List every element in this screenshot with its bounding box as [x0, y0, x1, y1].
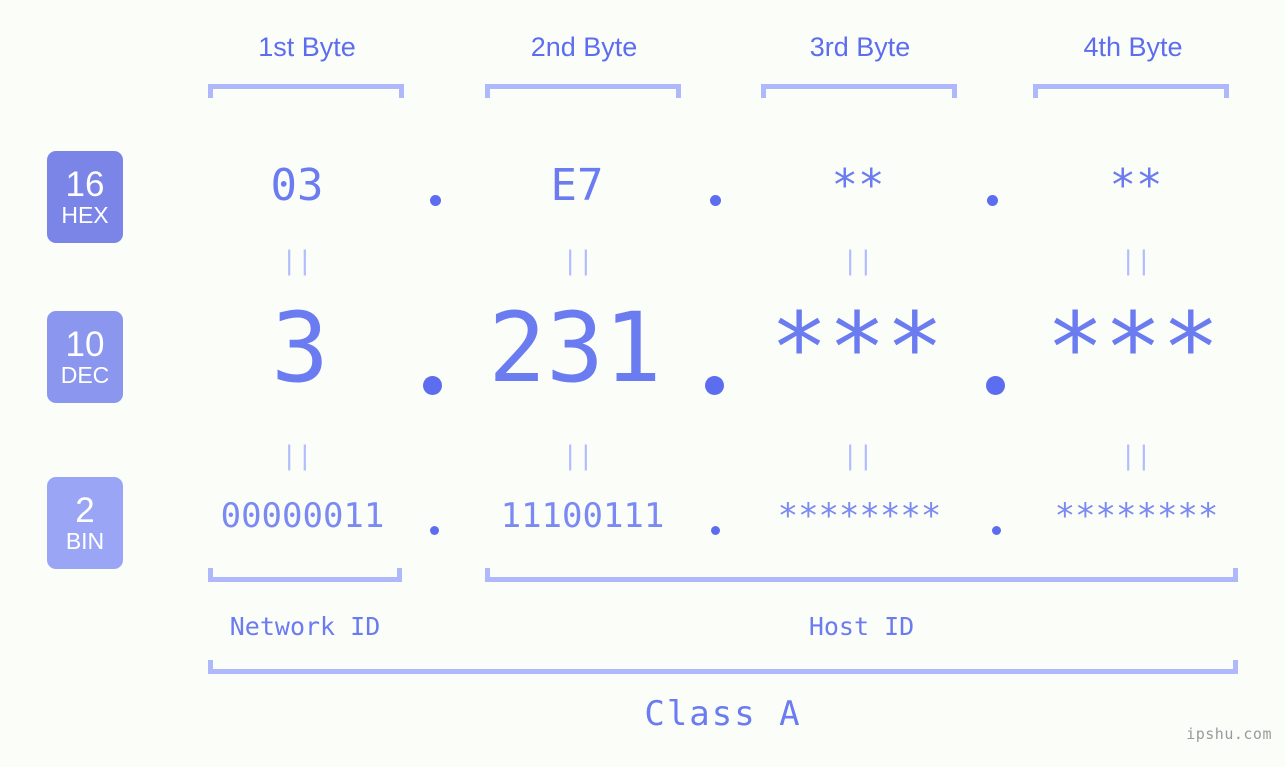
hex-separator-dot-3 [987, 195, 998, 206]
dec-byte-2-value: 231 [488, 292, 662, 404]
radix-badge-hex-number: 16 [65, 165, 105, 204]
equals-mark-hex-dec-3: || [842, 246, 874, 276]
bin-byte-3-value: ******** [777, 496, 942, 536]
radix-badge-hex-abbr: HEX [61, 202, 109, 228]
radix-badge-dec-number: 10 [65, 325, 105, 364]
byte-bracket-3 [761, 84, 957, 98]
radix-badge-bin-number: 2 [75, 491, 95, 530]
radix-badge-hex: 16 HEX [47, 151, 123, 243]
byte-bracket-1 [208, 84, 404, 98]
hex-byte-2-value: E7 [550, 160, 604, 211]
dec-separator-dot-1 [423, 376, 442, 395]
dec-separator-dot-2 [705, 376, 724, 395]
dec-separator-dot-3 [986, 376, 1005, 395]
byte-header-3-label: 3rd Byte [809, 32, 911, 62]
hex-byte-3-value: ** [831, 160, 885, 211]
hex-byte-1-value: 03 [270, 160, 324, 211]
equals-mark-hex-dec-2: || [562, 246, 594, 276]
byte-header-3: 3rd Byte [760, 32, 960, 63]
byte-header-2-label: 2nd Byte [530, 32, 638, 62]
bin-separator-dot-2 [711, 526, 720, 535]
equals-mark-hex-dec-4: || [1120, 246, 1152, 276]
equals-mark-dec-bin-1: || [281, 441, 313, 471]
ip-address-byte-breakdown-diagram: 1st Byte 2nd Byte 3rd Byte 4th Byte 16 H… [0, 0, 1285, 767]
radix-badge-bin: 2 BIN [47, 477, 123, 569]
byte-header-2: 2nd Byte [484, 32, 684, 63]
class-label: Class A [644, 694, 802, 734]
equals-mark-dec-bin-3: || [842, 441, 874, 471]
bin-byte-2-value: 11100111 [500, 496, 665, 536]
bin-separator-dot-1 [430, 526, 439, 535]
network-id-label: Network ID [229, 612, 381, 641]
network-id-bracket [208, 568, 402, 582]
radix-badge-dec-abbr: DEC [60, 362, 110, 388]
dec-byte-4-value: *** [1046, 292, 1220, 404]
host-id-label: Host ID [808, 612, 915, 641]
radix-badge-bin-abbr: BIN [65, 528, 105, 554]
hex-separator-dot-2 [710, 195, 721, 206]
equals-mark-dec-bin-2: || [562, 441, 594, 471]
equals-mark-hex-dec-1: || [281, 246, 313, 276]
byte-bracket-4 [1033, 84, 1229, 98]
byte-header-4: 4th Byte [1033, 32, 1233, 63]
dec-byte-1-value: 3 [271, 292, 329, 404]
byte-bracket-2 [485, 84, 681, 98]
host-id-bracket [485, 568, 1238, 582]
byte-header-4-label: 4th Byte [1083, 32, 1183, 62]
class-bracket [208, 660, 1238, 674]
hex-separator-dot-1 [430, 195, 441, 206]
bin-byte-4-value: ******** [1054, 496, 1219, 536]
radix-badge-dec: 10 DEC [47, 311, 123, 403]
hex-byte-4-value: ** [1109, 160, 1163, 211]
equals-mark-dec-bin-4: || [1120, 441, 1152, 471]
byte-header-1-label: 1st Byte [258, 32, 356, 62]
bin-byte-1-value: 00000011 [220, 496, 385, 536]
watermark: ipshu.com [1186, 725, 1272, 743]
dec-byte-3-value: *** [770, 292, 944, 404]
bin-separator-dot-3 [992, 526, 1001, 535]
byte-header-1: 1st Byte [207, 32, 407, 63]
